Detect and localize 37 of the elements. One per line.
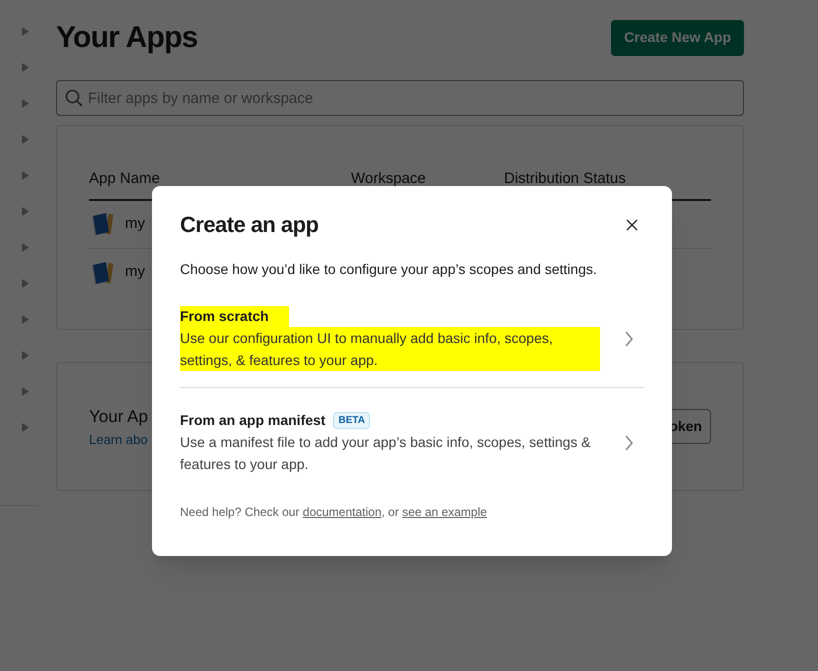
search-icon (65, 89, 83, 107)
help-text: Need help? Check our documentation, or see an example (180, 504, 488, 521)
expand-arrow-icon[interactable] (22, 351, 28, 360)
column-header: App Name (89, 169, 161, 189)
app-option[interactable]: From scratch Use our configuration UI to manually add basic info, scopes, settings, & features to your app. (180, 306, 644, 388)
expand-arrow-icon[interactable] (22, 27, 28, 36)
option-title: From scratch (180, 306, 289, 327)
expand-arrow-icon[interactable] (22, 315, 28, 324)
option-title: From an app manifest (180, 411, 326, 430)
option-description: Use our configuration UI to manually add basic info, scopes, settings, & features to your app. (180, 327, 600, 371)
expand-arrow-icon[interactable] (22, 171, 28, 180)
app-option[interactable]: From an app manifest BETA Use a manifest file to add your app’s basic info, scopes, settings & features to your app. (180, 388, 644, 475)
beta-badge: BETA (333, 412, 370, 429)
column-header: Workspace (351, 169, 427, 189)
learn-link[interactable]: Learn abo (89, 430, 148, 449)
expand-arrow-icon[interactable] (22, 279, 28, 288)
chevron-right-icon (624, 434, 634, 450)
dialog-title: Create an app (180, 211, 318, 239)
expand-arrow-icon[interactable] (22, 63, 28, 72)
close-icon (626, 218, 638, 230)
app-name[interactable]: my (125, 212, 145, 236)
option-description: Use a manifest file to add your app’s basic info, scopes, settings & features to your app. (180, 433, 592, 474)
column-header: Distribution Status (504, 169, 626, 189)
expand-arrow-icon[interactable] (22, 207, 28, 216)
dialog-description: Choose how you’d like to configure your app’s scopes and settings. (180, 260, 598, 279)
chevron-right-icon (624, 330, 634, 346)
expand-arrow-icon[interactable] (22, 243, 28, 252)
app-name[interactable]: my (125, 261, 145, 284)
expand-arrow-icon[interactable] (22, 387, 28, 396)
create-app-button[interactable]: Create New App (611, 20, 744, 56)
expand-arrow-icon[interactable] (22, 423, 28, 432)
expand-arrow-icon[interactable] (22, 135, 28, 144)
documentation-link[interactable]: documentation (302, 505, 382, 519)
example-link[interactable]: see an example (402, 505, 487, 519)
page-title: Your Apps (56, 20, 198, 56)
expand-arrow-icon[interactable] (22, 99, 28, 108)
card-title: Your Ap (89, 406, 148, 428)
